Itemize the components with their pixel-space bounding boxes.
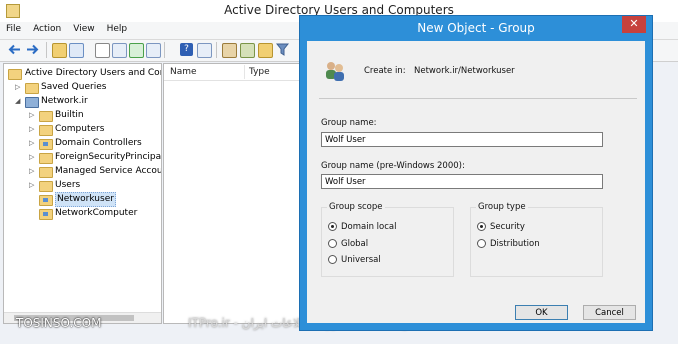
folder-icon [39, 153, 53, 164]
new-group-icon[interactable] [240, 43, 255, 58]
expand-icon[interactable]: ▷ [29, 165, 37, 178]
radio-icon[interactable] [328, 239, 337, 248]
refresh-icon[interactable] [129, 43, 144, 58]
group-name-pre2000-input[interactable]: Wolf User [321, 174, 603, 189]
toolbar-separator [216, 42, 217, 58]
folder-icon [25, 83, 39, 94]
new-ou-icon[interactable] [258, 43, 273, 58]
dialog-title: New Object - Group [417, 21, 535, 35]
create-in-path: Network.ir/Networkuser [414, 66, 515, 76]
help-icon[interactable]: ? [180, 43, 193, 56]
menu-view[interactable]: View [67, 22, 100, 36]
properties-icon[interactable] [95, 43, 110, 58]
column-type[interactable]: Type [249, 67, 270, 77]
expand-icon[interactable]: ▷ [29, 179, 37, 192]
column-divider[interactable] [244, 65, 245, 79]
menu-help[interactable]: Help [101, 22, 134, 36]
domain-icon [25, 97, 39, 108]
ou-icon [39, 139, 53, 150]
expand-icon[interactable]: ▷ [29, 151, 37, 164]
radio-icon[interactable] [477, 239, 486, 248]
expand-icon[interactable]: ▷ [29, 123, 37, 136]
toolbar-separator [46, 42, 47, 58]
ou-icon [39, 209, 53, 220]
ok-button[interactable]: OK [515, 305, 568, 320]
create-in-label: Create in: [364, 66, 406, 76]
radio-selected-icon[interactable] [477, 222, 486, 231]
folder-icon [39, 125, 53, 136]
divider [319, 98, 637, 99]
export-list-icon[interactable] [146, 43, 161, 58]
folder-icon [39, 181, 53, 192]
group-icon [323, 60, 347, 82]
ou-icon [39, 195, 53, 206]
group-name-label: Group name: [321, 118, 377, 128]
close-icon: ✕ [629, 17, 639, 30]
menu-file[interactable]: File [0, 22, 27, 36]
close-button[interactable]: ✕ [622, 16, 646, 33]
filter-icon[interactable] [275, 43, 290, 56]
folder-icon [39, 111, 53, 122]
up-folder-icon[interactable] [52, 43, 67, 58]
console-tree[interactable]: Active Directory Users and Com ▷ Saved Q… [3, 63, 162, 324]
aduc-root-icon [8, 69, 22, 80]
group-scope-title: Group scope [327, 202, 385, 212]
group-type-box: Group type Security Distribution [470, 202, 603, 277]
details-header: Name Type [164, 64, 304, 81]
menu-action[interactable]: Action [27, 22, 67, 36]
expand-icon[interactable]: ▷ [29, 137, 37, 150]
new-user-icon[interactable] [222, 43, 237, 58]
expand-icon[interactable]: ▷ [29, 109, 37, 122]
dialog-title-bar[interactable]: New Object - Group ✕ [300, 16, 652, 41]
details-pane[interactable]: Name Type [163, 63, 305, 324]
folder-icon [39, 167, 53, 178]
group-type-title: Group type [476, 202, 528, 212]
group-scope-box: Group scope Domain local Global Universa… [321, 202, 454, 277]
group-name-pre2000-label: Group name (pre-Windows 2000): [321, 161, 465, 171]
collapse-icon[interactable]: ◢ [15, 95, 23, 108]
column-name[interactable]: Name [170, 67, 197, 77]
radio-icon[interactable] [328, 255, 337, 264]
radio-selected-icon[interactable] [328, 222, 337, 231]
cancel-button[interactable]: Cancel [583, 305, 636, 320]
expand-icon[interactable]: ▷ [15, 81, 23, 94]
forward-icon[interactable] [26, 43, 39, 56]
new-object-group-dialog: New Object - Group ✕ Create in: Network.… [299, 15, 653, 331]
watermark-tosinso: TOSINSO.COM [16, 316, 102, 330]
copy-icon[interactable] [112, 43, 127, 58]
dialog-body: Create in: Network.ir/Networkuser Group … [307, 41, 645, 323]
view-icon[interactable] [197, 43, 212, 58]
toolbar-separator [164, 42, 165, 58]
group-name-input[interactable]: Wolf User [321, 132, 603, 147]
show-hide-tree-icon[interactable] [69, 43, 84, 58]
back-icon[interactable] [8, 43, 21, 56]
